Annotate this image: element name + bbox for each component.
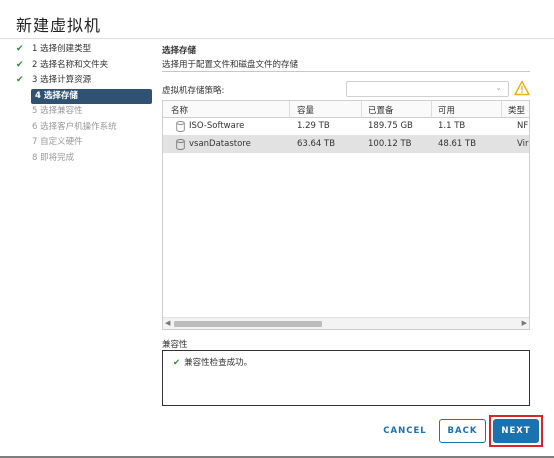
cell-provisioned: 189.75 GB xyxy=(368,121,413,131)
cancel-button[interactable]: CANCEL xyxy=(380,419,430,443)
wizard-steps: ✔ 1 选择创建类型 ✔ 2 选择名称和文件夹 ✔ 3 选择计算资源 4 选择存… xyxy=(10,42,152,166)
step-1[interactable]: ✔ 1 选择创建类型 xyxy=(10,42,152,58)
step-7: 7 自定义硬件 xyxy=(10,135,152,151)
step-label: 7 自定义硬件 xyxy=(32,137,83,147)
scroll-left-icon[interactable]: ◀ xyxy=(165,319,170,327)
storage-policy-select[interactable]: ⌄ xyxy=(346,81,509,97)
section-title: 选择存储 xyxy=(162,46,197,56)
cell-name: ISO-Software xyxy=(189,121,245,131)
step-8: 8 即将完成 xyxy=(10,151,152,167)
cell-free: 48.61 TB xyxy=(438,139,477,149)
compatibility-label: 兼容性 xyxy=(162,340,188,350)
section-divider xyxy=(162,71,530,72)
step-label: 8 即将完成 xyxy=(32,152,75,163)
cell-provisioned: 100.12 TB xyxy=(368,139,412,149)
warning-icon xyxy=(514,80,530,96)
horizontal-scrollbar[interactable]: ◀ ▶ xyxy=(163,317,529,329)
cell-type: NF xyxy=(517,121,529,131)
table-header: 名称 容量 已置备 可用 类型 xyxy=(163,101,529,118)
table-row[interactable]: ISO-Software 1.29 TB 189.75 GB 1.1 TB NF xyxy=(163,118,529,135)
chevron-down-icon: ⌄ xyxy=(495,83,502,92)
column-header-capacity[interactable]: 容量 xyxy=(297,104,314,116)
datastore-icon xyxy=(176,139,185,150)
step-label: 6 选择客户机操作系统 xyxy=(32,121,117,132)
column-divider[interactable] xyxy=(289,101,290,118)
wizard-title: 新建虚拟机 xyxy=(16,16,102,35)
column-divider[interactable] xyxy=(361,101,362,118)
step-6: 6 选择客户机操作系统 xyxy=(10,120,152,136)
step-label: 3 选择计算资源 xyxy=(32,75,92,85)
step-label: 4 选择存储 xyxy=(35,90,78,101)
step-label: 5 选择兼容性 xyxy=(32,106,83,116)
cell-capacity: 1.29 TB xyxy=(297,121,330,131)
cell-free: 1.1 TB xyxy=(438,121,466,131)
step-4[interactable]: 4 选择存储 xyxy=(31,88,152,104)
step-5: 5 选择兼容性 xyxy=(10,104,152,120)
cell-name: vsanDatastore xyxy=(189,139,251,149)
column-header-provisioned[interactable]: 已置备 xyxy=(368,104,394,116)
next-button-highlight-annotation xyxy=(489,415,543,447)
column-header-type[interactable]: 类型 xyxy=(508,104,525,116)
column-divider[interactable] xyxy=(501,101,502,118)
step-label: 2 选择名称和文件夹 xyxy=(32,59,109,70)
column-header-free[interactable]: 可用 xyxy=(438,104,455,116)
cell-capacity: 63.64 TB xyxy=(297,139,336,149)
step-2[interactable]: ✔ 2 选择名称和文件夹 xyxy=(10,58,152,74)
step-label: 1 选择创建类型 xyxy=(32,44,92,54)
storage-policy-label: 虚拟机存储策略: xyxy=(162,86,225,96)
step-3[interactable]: ✔ 3 选择计算资源 xyxy=(10,73,152,89)
title-divider xyxy=(0,38,554,39)
back-button[interactable]: BACK xyxy=(439,419,486,443)
column-divider[interactable] xyxy=(431,101,432,118)
cell-type: Vir xyxy=(517,139,529,149)
checkmark-icon: ✔ xyxy=(173,358,181,368)
datastore-icon xyxy=(176,121,185,132)
checkmark-icon: ✔ xyxy=(16,59,24,70)
section-subtitle: 选择用于配置文件和磁盘文件的存储 xyxy=(162,60,299,70)
scroll-thumb[interactable] xyxy=(174,321,322,327)
compatibility-message: ✔ 兼容性检查成功。 xyxy=(173,356,252,368)
column-header-name[interactable]: 名称 xyxy=(171,104,188,116)
compatibility-panel: ✔ 兼容性检查成功。 xyxy=(162,350,530,406)
scroll-right-icon[interactable]: ▶ xyxy=(522,319,527,327)
datastore-table: 名称 容量 已置备 可用 类型 ISO-Software 1.29 TB 189… xyxy=(162,100,530,330)
table-row-selected[interactable]: vsanDatastore 63.64 TB 100.12 TB 48.61 T… xyxy=(163,136,529,153)
compatibility-text: 兼容性检查成功。 xyxy=(184,358,253,368)
checkmark-icon: ✔ xyxy=(16,44,24,54)
checkmark-icon: ✔ xyxy=(16,75,24,85)
